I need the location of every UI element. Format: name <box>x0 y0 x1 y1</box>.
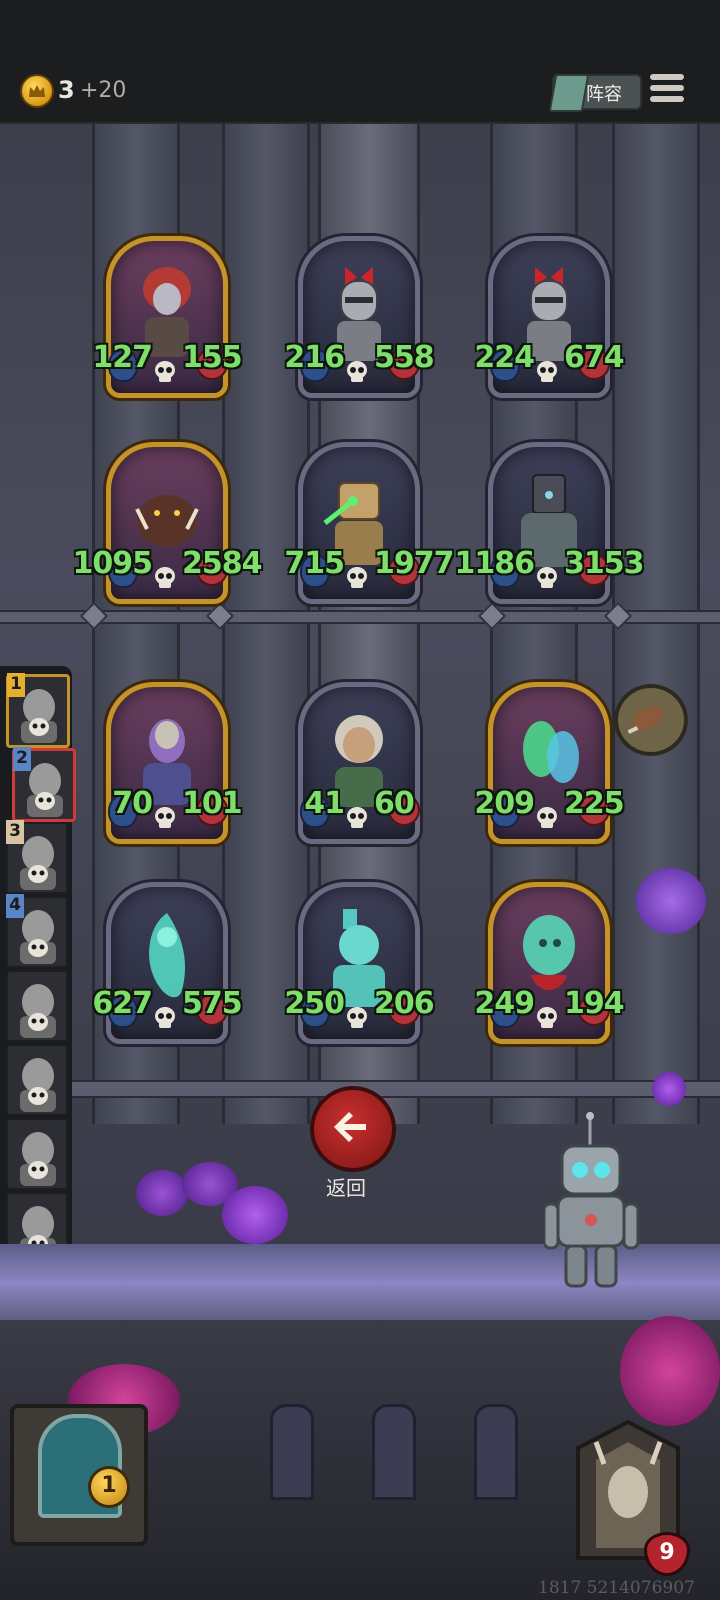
skull-icon <box>346 806 368 830</box>
skull-icon <box>346 360 368 384</box>
health-value: 575 <box>182 986 243 1021</box>
crow-bird-icon <box>20 1058 56 1112</box>
attack-value: 41 <box>304 786 345 821</box>
skull-icon <box>154 1006 176 1030</box>
health-value: 206 <box>374 986 435 1021</box>
skull-icon <box>154 806 176 830</box>
attack-value: 250 <box>284 986 345 1021</box>
player-hero-panel[interactable]: 1 <box>10 1404 148 1546</box>
attack-value: 715 <box>284 546 345 581</box>
crown-coin-icon <box>22 76 52 106</box>
railing-post <box>474 1404 518 1500</box>
hamburger-icon[interactable] <box>650 74 684 106</box>
hero-card[interactable]: 127 155 <box>92 236 243 398</box>
health-value: 225 <box>564 786 625 821</box>
queue-slot-goat-demon[interactable]: 1 <box>6 673 70 748</box>
decor-rose <box>620 1316 720 1426</box>
hero-card[interactable]: 627 575 <box>92 882 243 1044</box>
top-bar: 3 +20 阵容 <box>0 0 720 125</box>
attack-value: 1095 <box>72 546 153 581</box>
hero-card[interactable]: 224 674 <box>474 236 625 398</box>
decor-rose <box>136 1170 188 1216</box>
skull-icon <box>536 360 558 384</box>
hero-card[interactable]: 250 206 <box>284 882 435 1044</box>
robot-hero[interactable] <box>544 1112 648 1292</box>
skull-icon <box>154 360 176 384</box>
health-value: 101 <box>182 786 243 821</box>
hero-card[interactable]: 249 194 <box>474 882 625 1044</box>
hero-queue: 1 2 3 4 <box>0 666 76 1272</box>
health-value: 2584 <box>182 546 262 581</box>
attack-value: 249 <box>474 986 535 1021</box>
decor-rose <box>636 868 706 934</box>
railing-post <box>270 1404 314 1500</box>
hero-card[interactable]: 41 60 <box>298 682 420 844</box>
attack-value: 1186 <box>454 546 535 581</box>
skull-icon <box>154 566 176 590</box>
health-value: 3153 <box>564 546 644 581</box>
back-button[interactable] <box>310 1086 396 1172</box>
queue-slot-top-hat-gentleman[interactable] <box>6 1118 68 1190</box>
lineup-book-icon <box>548 74 590 112</box>
match-id: 1817 5214076907 <box>538 1578 695 1598</box>
hero-card[interactable]: 1095 2584 <box>73 442 262 604</box>
attack-value: 627 <box>92 986 153 1021</box>
queue-order-badge: 1 <box>7 673 25 697</box>
health-value: 155 <box>182 340 243 375</box>
queue-order-badge: 4 <box>6 894 24 918</box>
skull-icon <box>536 806 558 830</box>
queue-slot-bat-creature[interactable] <box>6 970 68 1042</box>
attack-value: 216 <box>284 340 345 375</box>
hero-card[interactable]: 715 1977 <box>284 442 454 604</box>
health-value: 1977 <box>374 546 454 581</box>
hero-card[interactable]: 1186 3153 <box>455 442 644 604</box>
skull-icon <box>536 566 558 590</box>
health-value: 194 <box>564 986 625 1021</box>
hero-card[interactable]: 209 225 <box>474 682 625 844</box>
player-gold-badge: 1 <box>88 1466 130 1508</box>
lineup-button[interactable]: 阵容 <box>548 74 642 112</box>
top-hat-gentleman-icon <box>20 1132 56 1186</box>
skull-icon <box>346 566 368 590</box>
attack-value: 209 <box>474 786 535 821</box>
queue-slot-hooded-figure[interactable]: 2 <box>12 747 76 822</box>
decor-rose <box>652 1072 686 1106</box>
queue-slot-masked-rogue[interactable]: 4 <box>6 894 68 968</box>
back-label: 返回 <box>326 1176 366 1200</box>
coin-count: 3 <box>58 76 75 104</box>
hero-card[interactable]: 216 558 <box>284 236 435 398</box>
skull-icon <box>346 1006 368 1030</box>
queue-order-badge: 3 <box>6 820 24 844</box>
health-value: 60 <box>374 786 415 821</box>
item-token[interactable] <box>614 684 688 756</box>
queue-slot-bearded-wizard[interactable]: 3 <box>6 820 68 894</box>
decor-rose <box>222 1186 288 1244</box>
attack-value: 127 <box>92 340 153 375</box>
hero-card[interactable]: 70 101 <box>106 682 243 844</box>
wall-panel <box>222 124 310 1124</box>
roasted-meat-icon <box>627 706 664 734</box>
health-value: 674 <box>564 340 625 375</box>
lineup-label: 阵容 <box>586 84 622 105</box>
left-arrow-icon <box>334 1112 366 1142</box>
queue-order-badge: 2 <box>13 747 31 771</box>
railing-post <box>372 1404 416 1500</box>
queue-slot-crow-bird[interactable] <box>6 1044 68 1116</box>
wall-panel <box>612 124 700 1124</box>
skull-icon <box>536 1006 558 1030</box>
bat-creature-icon <box>20 984 56 1038</box>
coin-income: +20 <box>80 78 127 103</box>
health-value: 558 <box>374 340 435 375</box>
attack-value: 224 <box>474 340 535 375</box>
attack-value: 70 <box>112 786 153 821</box>
